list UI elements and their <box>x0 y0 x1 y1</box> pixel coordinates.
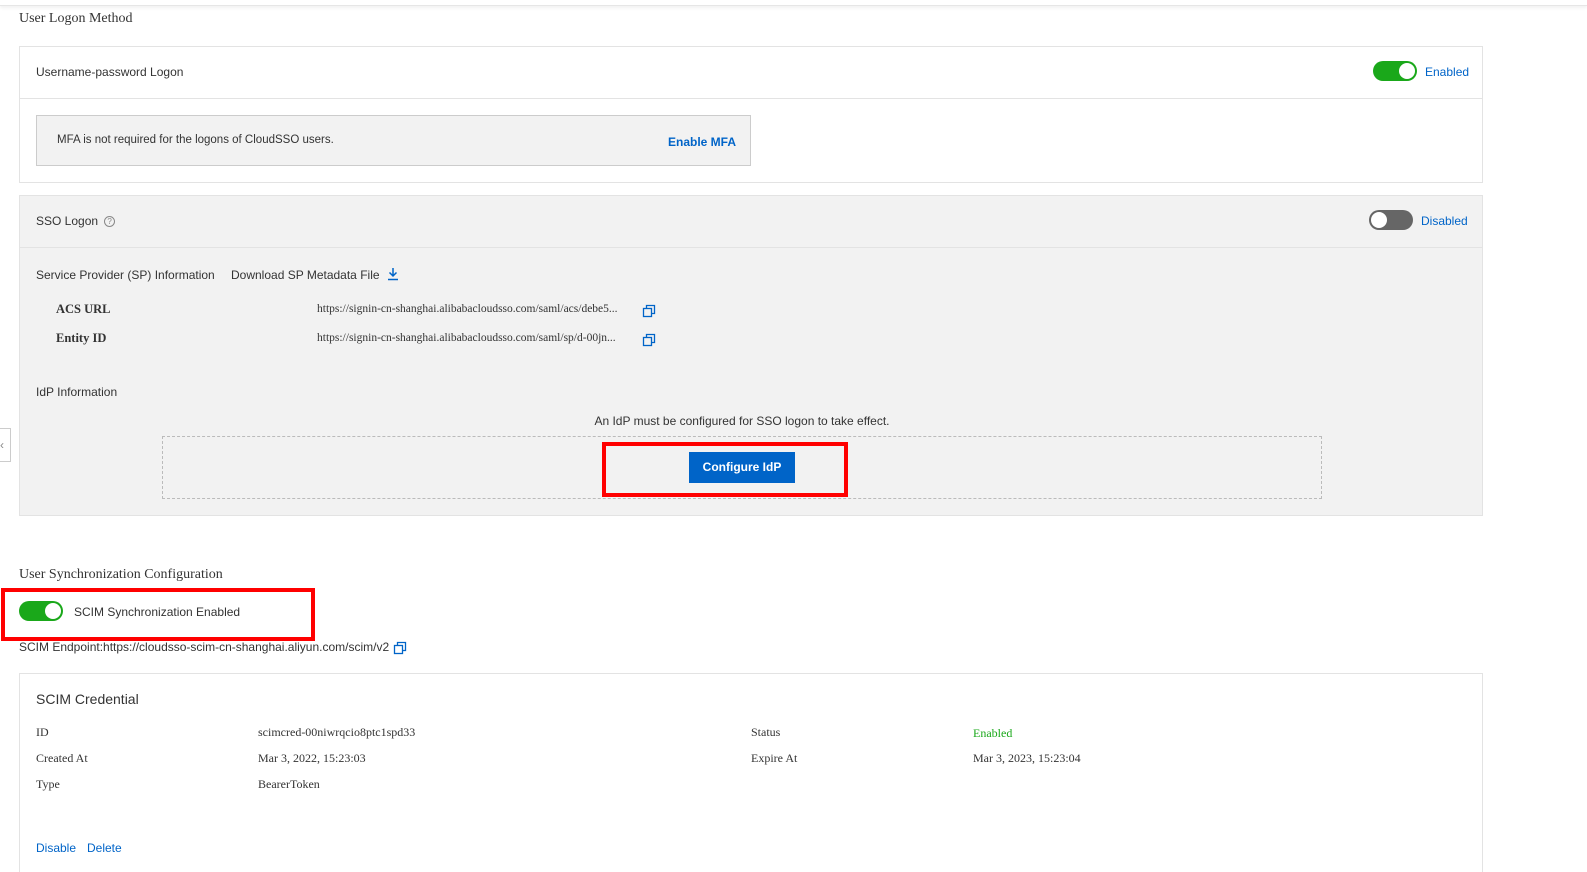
disable-credential-link[interactable]: Disable <box>36 841 76 855</box>
cred-created-label: Created At <box>36 751 88 765</box>
entity-id-value: https://signin-cn-shanghai.alibabaclouds… <box>317 332 616 344</box>
toggle-knob <box>1371 212 1387 228</box>
entity-id-label: Entity ID <box>56 331 107 345</box>
cred-expire-value: Mar 3, 2023, 15:23:04 <box>973 751 1081 765</box>
cred-type-value: BearerToken <box>258 777 320 791</box>
cred-status-value: Enabled <box>973 726 1013 740</box>
cred-expire-label: Expire At <box>751 751 798 765</box>
highlight-configure-idp <box>602 442 848 497</box>
scim-credential-title: SCIM Credential <box>36 691 139 707</box>
username-password-toggle[interactable] <box>1373 61 1417 81</box>
mfa-message: MFA is not required for the logons of Cl… <box>57 134 334 146</box>
sidebar-collapse-tab[interactable]: ‹ <box>0 428 11 462</box>
copy-icon[interactable] <box>642 304 656 318</box>
sso-logon-title: SSO Logon <box>36 214 99 228</box>
enable-mfa-link[interactable]: Enable MFA <box>668 135 736 149</box>
scim-endpoint: SCIM Endpoint:https://cloudsso-scim-cn-s… <box>19 640 390 654</box>
cred-status-label: Status <box>751 725 781 739</box>
username-password-panel: Username-password Logon Enabled MFA is n… <box>19 46 1483 183</box>
chevron-left-icon: ‹ <box>0 438 4 452</box>
user-logon-title: User Logon Method <box>19 11 133 26</box>
top-bar-edge <box>0 0 1587 6</box>
sso-logon-title-wrap: SSO Logon? <box>36 214 116 228</box>
username-password-state: Enabled <box>1425 65 1470 79</box>
download-sp-metadata-label: Download SP Metadata File <box>231 268 380 282</box>
scim-credential-panel: SCIM Credential ID scimcred-00niwrqcio8p… <box>19 673 1483 872</box>
sso-logon-header: SSO Logon? Disabled <box>20 196 1482 248</box>
user-sync-title: User Synchronization Configuration <box>19 567 223 582</box>
cred-id-label: ID <box>36 725 49 739</box>
username-password-title: Username-password Logon <box>36 65 184 79</box>
username-password-header: Username-password Logon Enabled <box>20 47 1482 99</box>
sso-logon-toggle[interactable] <box>1369 210 1413 230</box>
mfa-notice-box: MFA is not required for the logons of Cl… <box>36 115 751 166</box>
download-sp-metadata-link[interactable]: Download SP Metadata File <box>231 268 380 282</box>
sso-logon-state: Disabled <box>1421 214 1468 228</box>
sp-info-label: Service Provider (SP) Information <box>36 268 215 282</box>
acs-url-value: https://signin-cn-shanghai.alibabaclouds… <box>317 303 618 315</box>
toggle-knob <box>1399 63 1415 79</box>
download-icon[interactable] <box>386 267 400 281</box>
idp-notice: An IdP must be configured for SSO logon … <box>594 414 890 428</box>
highlight-scim-toggle <box>1 588 315 641</box>
cred-type-label: Type <box>36 777 60 791</box>
delete-credential-link[interactable]: Delete <box>87 841 122 855</box>
cred-created-value: Mar 3, 2022, 15:23:03 <box>258 751 366 765</box>
copy-icon[interactable] <box>642 333 656 347</box>
help-icon[interactable]: ? <box>104 216 116 228</box>
cred-id-value: scimcred-00niwrqcio8ptc1spd33 <box>258 725 416 739</box>
acs-url-label: ACS URL <box>56 302 111 316</box>
idp-info-label: IdP Information <box>36 385 118 399</box>
copy-icon[interactable] <box>393 641 407 655</box>
